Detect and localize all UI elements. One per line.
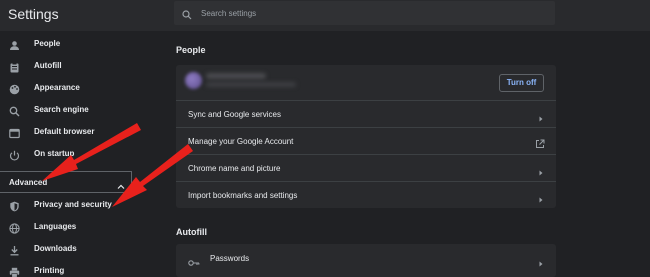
sidebar-item-printing[interactable]: Printing: [0, 260, 162, 277]
sidebar-item-label: Languages: [34, 222, 77, 231]
sidebar-item-languages[interactable]: Languages: [0, 216, 162, 238]
browser-icon: [9, 126, 20, 139]
shield-icon: [9, 199, 20, 212]
sidebar-item-label: On startup: [34, 149, 75, 158]
row-passwords[interactable]: Passwords: [176, 244, 556, 274]
chevron-right-icon: [538, 110, 544, 128]
sidebar-item-label: Search engine: [34, 105, 89, 114]
autofill-card: Passwords: [176, 244, 556, 277]
profile-email-redacted: [206, 82, 296, 87]
advanced-toggle[interactable]: Advanced: [0, 171, 132, 193]
globe-icon: [9, 221, 20, 234]
person-icon: [9, 38, 20, 50]
chevron-right-icon: [538, 255, 544, 273]
palette-icon: [9, 82, 20, 95]
chevron-right-icon: [538, 191, 544, 209]
row-label: Sync and Google services: [188, 110, 281, 119]
row-label: Import bookmarks and settings: [188, 191, 298, 200]
sidebar-item-label: Downloads: [34, 244, 77, 253]
sidebar-item-default-browser[interactable]: Default browser: [0, 121, 162, 143]
row-import-bookmarks-and-settings[interactable]: Import bookmarks and settings: [176, 181, 556, 208]
section-title-autofill: Autofill: [176, 227, 207, 237]
sidebar-item-label: Privacy and security: [34, 200, 112, 209]
sidebar-item-label: Appearance: [34, 83, 80, 92]
download-icon: [9, 243, 20, 256]
search-input[interactable]: [201, 5, 541, 21]
search-icon: [9, 104, 20, 117]
sidebar-item-label: People: [34, 39, 61, 48]
avatar: [185, 72, 202, 89]
people-card: Turn off Sync and Google services Manage…: [176, 65, 556, 208]
advanced-label: Advanced: [9, 178, 48, 187]
power-icon: [9, 148, 20, 161]
sidebar-item-search-engine[interactable]: Search engine: [0, 99, 162, 121]
search-icon: [182, 7, 192, 25]
row-label: Chrome name and picture: [188, 164, 281, 173]
top-bar: Settings: [0, 0, 650, 31]
key-icon: [188, 254, 200, 272]
sidebar-item-downloads[interactable]: Downloads: [0, 238, 162, 260]
sidebar-item-label: Printing: [34, 266, 65, 275]
sidebar-item-label: Default browser: [34, 127, 95, 136]
sidebar-item-appearance[interactable]: Appearance: [0, 77, 162, 99]
search-box[interactable]: [174, 1, 555, 25]
row-sync-and-google-services[interactable]: Sync and Google services: [176, 100, 556, 127]
sidebar-item-people[interactable]: People: [0, 33, 162, 55]
profile-row: Turn off: [176, 65, 556, 97]
external-link-icon: [535, 136, 545, 154]
section-title-people: People: [176, 45, 206, 55]
row-label: Manage your Google Account: [188, 137, 294, 146]
sidebar: People Autofill Appearance Search engine…: [0, 31, 162, 277]
sidebar-item-label: Autofill: [34, 61, 62, 70]
chevron-right-icon: [538, 164, 544, 182]
row-manage-google-account[interactable]: Manage your Google Account: [176, 127, 556, 154]
sidebar-item-autofill[interactable]: Autofill: [0, 55, 162, 77]
clipboard-icon: [9, 60, 20, 73]
profile-name-redacted: [206, 73, 266, 79]
printer-icon: [9, 265, 20, 277]
sidebar-item-privacy-and-security[interactable]: Privacy and security: [0, 194, 162, 216]
sidebar-item-on-startup[interactable]: On startup: [0, 143, 162, 165]
row-label: Passwords: [210, 254, 250, 263]
app-title: Settings: [8, 6, 59, 22]
row-chrome-name-and-picture[interactable]: Chrome name and picture: [176, 154, 556, 181]
turn-off-sync-button[interactable]: Turn off: [499, 74, 544, 92]
